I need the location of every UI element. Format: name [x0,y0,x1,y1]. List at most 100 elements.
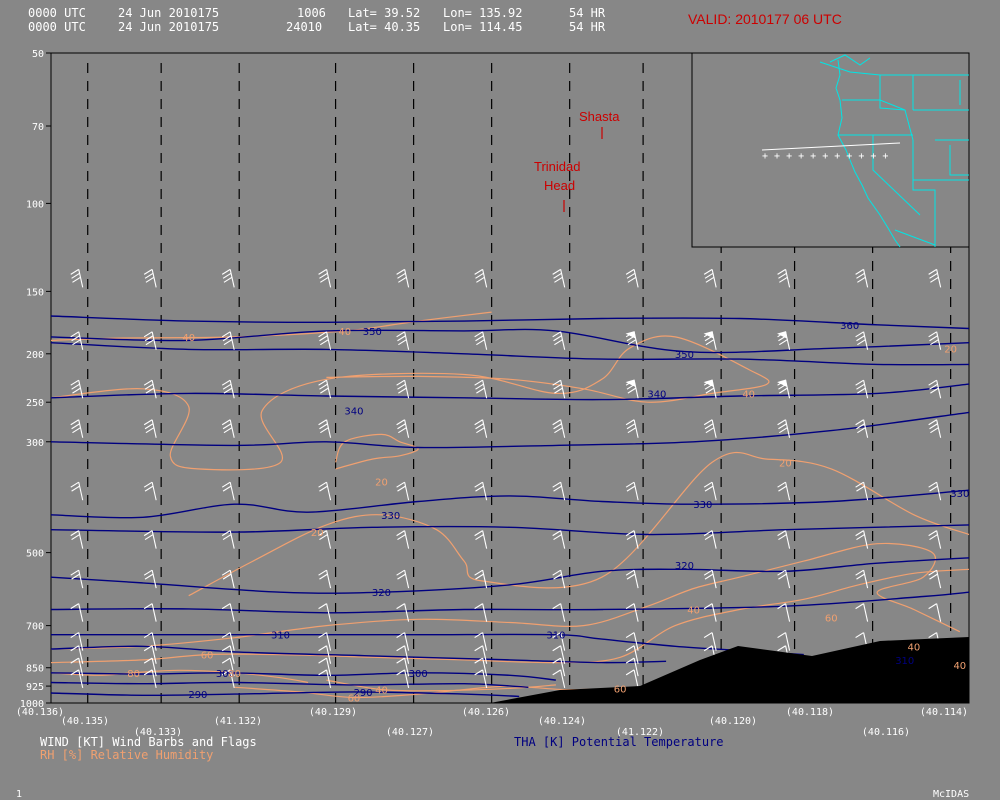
theta-label: 330 [693,500,712,511]
wind-barb [474,419,488,438]
wind-barb [625,569,639,589]
rh-label: 80 [228,669,241,680]
rh-label: 40 [953,661,966,672]
rh-contours [50,311,970,699]
wind-barb [396,530,410,549]
y-tick-label: 250 [26,398,44,409]
rh-label: 60 [614,684,627,695]
wind-barb [143,268,157,288]
rh-label: 20 [375,477,388,488]
y-tick-label: 300 [26,438,44,449]
y-tick-label: 150 [26,287,44,298]
rh-contour [50,335,770,471]
wind-barb [552,268,566,288]
header-forecast-hour-2: 54 HR [569,20,606,34]
wind-barb [396,419,410,438]
trinidad-label: Trinidad [534,159,580,174]
wind-barb [855,603,869,622]
rh-label: 40 [742,389,755,400]
x-axis-labels: (40.136)(40.135) (40.133) (41.132) (40.129)… [16,707,968,738]
wind-barb [474,569,488,589]
wind-barb [143,481,157,501]
x-tick-label: (41.122) [616,727,664,738]
theta-label: 350 [675,350,694,361]
wind-barb [703,379,717,399]
wind-barb [143,603,157,622]
x-tick-label: (40.126) [462,707,510,718]
rh-label: 20 [944,344,957,355]
theta-label: 310 [271,631,290,642]
inset-track-markers: + + + + + + + + + + + [762,151,888,162]
y-tick-label: 70 [32,122,44,133]
wind-barb [396,268,410,288]
theta-contours [50,315,970,698]
wind-barb [703,603,717,622]
wind-barb [221,603,235,622]
wind-barb [474,603,488,622]
wind-barb [396,481,410,501]
wind-barb [70,268,84,288]
theta-label: 330 [381,511,400,522]
theta-label: 340 [344,407,363,418]
wind-barb [143,569,157,589]
wind-barb [143,669,157,688]
rh-label: 60 [201,651,214,662]
wind-barb [70,530,84,549]
y-tick-label: 100 [26,199,44,210]
wind-barb [474,331,488,350]
x-tick-label: (41.132) [214,716,262,727]
x-tick-label: (40.133) [134,727,182,738]
rh-label: 40 [182,333,195,344]
wind-barb [221,530,235,549]
y-tick-label: 50 [32,49,44,60]
wind-barb [318,268,332,288]
y-tick-label: 500 [26,549,44,560]
theta-contour [50,557,970,594]
terrain-silhouette [490,637,969,703]
wind-barb [552,603,566,622]
valid-time-label: VALID: 2010177 06 UTC [688,11,842,27]
header-forecast-hour-1: 54 HR [569,6,606,20]
header-lat-2: Lat= 40.35 [348,20,420,34]
wind-barb [474,530,488,549]
theta-labels: 360 350 350 340 340 330 330 330 320 320 310 310 310 3… [188,321,969,701]
wind-barb [474,632,488,651]
wind-barb [221,481,235,501]
mcidas-brand: McIDAS [933,789,969,800]
theta-label: 340 [647,389,666,400]
rh-label: 60 [348,694,361,705]
x-tick-label: (40.116) [862,727,910,738]
wind-barb [552,379,566,399]
wind-barb [221,331,235,350]
wind-barb [396,645,410,664]
wind-barb [143,530,157,549]
wind-barb [777,481,791,501]
wind-barb [70,331,84,350]
head-label: Head [544,178,575,193]
rh-legend: RH [%] Relative Humidity [40,748,213,762]
wind-barb [552,530,566,549]
header-lat-1: Lat= 39.52 [348,6,420,20]
x-tick-label: (40.136) [16,707,64,718]
header-date-2: 24 Jun 2010175 [118,20,219,34]
theta-label: 310 [895,656,914,667]
rh-label: 20 [311,528,324,539]
frame-number: 1 [16,789,22,800]
wind-barb [625,481,639,501]
theta-label: 330 [950,489,969,500]
wind-barb [777,331,791,350]
y-axis: 50701001502002503005007008509251000 [20,49,51,710]
wind-barb [70,419,84,438]
cross-section-figure: 0000 UTC 24 Jun 2010175 1006 Lat= 39.52 … [16,6,970,800]
wind-barb [474,669,488,688]
theta-contour [50,383,970,401]
wind-barb [221,268,235,288]
inset-map: + + + + + + + + + + + [691,52,970,248]
wind-barb [396,379,410,399]
wind-barb [221,569,235,589]
theta-contour [50,315,970,330]
x-tick-label: (40.129) [309,707,357,718]
wind-barb [318,331,332,350]
theta-label: 290 [188,690,207,701]
rh-label: 60 [825,614,838,625]
